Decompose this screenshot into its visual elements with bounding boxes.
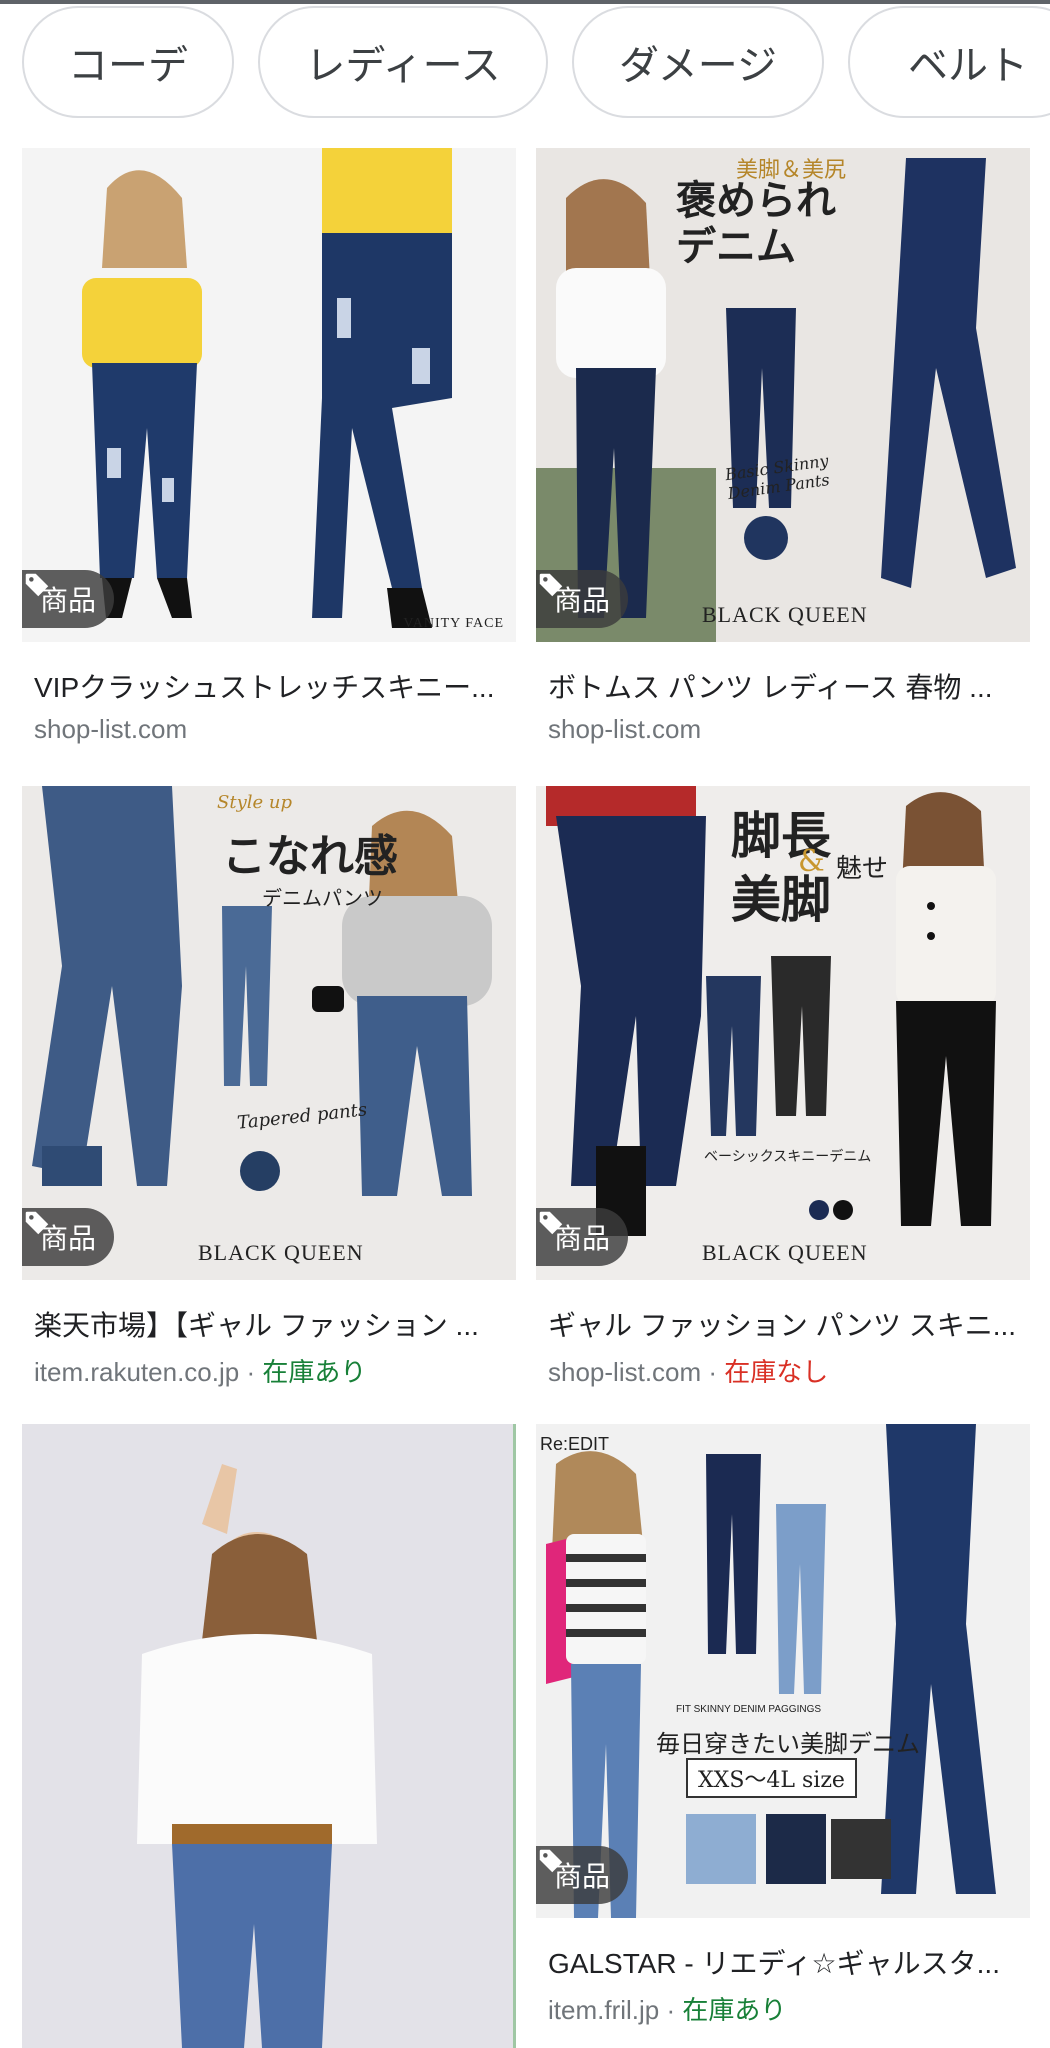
product-badge: 商品 (22, 570, 115, 628)
result-source-line: shop-list.com (548, 714, 701, 745)
result-source: shop-list.com (548, 714, 702, 744)
result-source-line: shop-list.com · 在庫なし (548, 1357, 829, 1387)
product-badge: 商品 (536, 570, 629, 628)
product-photo (22, 148, 516, 642)
product-image[interactable]: こなれ感 Style up デニムパンツ Tapered pants BLACK… (22, 786, 516, 1280)
product-image[interactable]: 脚長 美脚 & 魅せ ベーシックスキニーデニム BLACK QUEEN 商品 (536, 786, 1030, 1280)
result-card[interactable]: こなれ感 Style up デニムパンツ Tapered pants BLACK… (22, 786, 516, 1406)
product-image[interactable]: VANITY FACE 商品 (22, 148, 516, 642)
result-source-line: item.rakuten.co.jp · 在庫あり (34, 1357, 367, 1387)
result-title[interactable]: VIPクラッシュストレッチスキニー... (34, 666, 504, 706)
result-source: item.rakuten.co.jp (34, 1357, 240, 1387)
image-headline: 毎日穿きたい美脚デニム (656, 1730, 920, 1758)
result-source: item.fril.jp (548, 1995, 660, 2025)
result-source-line: item.fril.jp · 在庫あり (548, 1995, 787, 2025)
chip-ladies[interactable]: レディース (258, 6, 548, 118)
result-card[interactable]: Re:EDIT FIT SKINNY DENIM PAGGINGS 毎日穿きたい… (536, 1424, 1030, 2044)
brand-logo: BLACK QUEEN (702, 1240, 868, 1265)
stock-status: 在庫なし (724, 1357, 829, 1387)
product-image[interactable]: Re:EDIT FIT SKINNY DENIM PAGGINGS 毎日穿きたい… (536, 1424, 1030, 1918)
result-title[interactable]: ボトムス パンツ レディース 春物 ... (548, 666, 1018, 706)
product-badge: 商品 (22, 1208, 115, 1266)
product-badge: 商品 (536, 1208, 629, 1266)
result-title[interactable]: 楽天市場】【ギャル ファッション ... (34, 1304, 504, 1344)
result-card[interactable]: 脚長 美脚 & 魅せ ベーシックスキニーデニム BLACK QUEEN 商品 ギ… (536, 786, 1030, 1406)
result-card[interactable]: 美脚＆美尻 褒められ デニム Basic Skinny Denim Pants … (536, 148, 1030, 768)
chip-damage[interactable]: ダメージ (572, 6, 824, 118)
image-caption: ベーシックスキニーデニム (704, 1149, 872, 1165)
result-source: shop-list.com (34, 714, 188, 744)
product-badge: 商品 (536, 1846, 629, 1904)
result-title[interactable]: GALSTAR - リエディ☆ギャルスタ... (548, 1942, 1018, 1982)
product-image[interactable] (22, 1424, 516, 2048)
tag-icon (539, 1211, 563, 1235)
image-headline: 褒められ デニム (676, 177, 836, 270)
image-subheadline: 魅せ (836, 854, 889, 884)
image-caption: FIT SKINNY DENIM PAGGINGS (676, 1704, 822, 1715)
stock-status: 在庫あり (262, 1357, 367, 1387)
chip-coordinate[interactable]: コーデ (22, 6, 234, 118)
product-image[interactable]: 美脚＆美尻 褒められ デニム Basic Skinny Denim Pants … (536, 148, 1030, 642)
product-photo (22, 1424, 513, 2048)
brand-logo: BLACK QUEEN (702, 602, 868, 627)
brand-logo: VANITY FACE (403, 616, 504, 631)
image-subheadline: デニムパンツ (262, 886, 383, 910)
image-size-label: XXS〜4L size (686, 1758, 857, 1798)
tag-icon (539, 573, 563, 597)
product-photo (536, 1424, 1030, 1918)
tag-icon (25, 1211, 49, 1235)
tag-icon (25, 573, 49, 597)
brand-logo: Re:EDIT (540, 1434, 610, 1454)
image-style-label: Style up (217, 792, 292, 813)
image-headline: こなれ感 (222, 831, 398, 882)
image-amp: & (798, 844, 825, 879)
stock-status: 在庫あり (682, 1995, 787, 2025)
result-title[interactable]: ギャル ファッション パンツ スキニ... (548, 1304, 1018, 1344)
tag-icon (539, 1849, 563, 1873)
top-status-bar (0, 0, 1050, 4)
chip-belt[interactable]: ベルト (848, 6, 1050, 118)
result-card[interactable]: VANITY FACE 商品 VIPクラッシュストレッチスキニー... shop… (22, 148, 516, 768)
result-source-line: shop-list.com (34, 714, 187, 745)
filter-chip-row: コーデ レディース ダメージ ベルト (0, 6, 1050, 122)
brand-logo: BLACK QUEEN (198, 1240, 364, 1265)
result-card[interactable] (22, 1424, 516, 2048)
result-source: shop-list.com (548, 1357, 702, 1387)
